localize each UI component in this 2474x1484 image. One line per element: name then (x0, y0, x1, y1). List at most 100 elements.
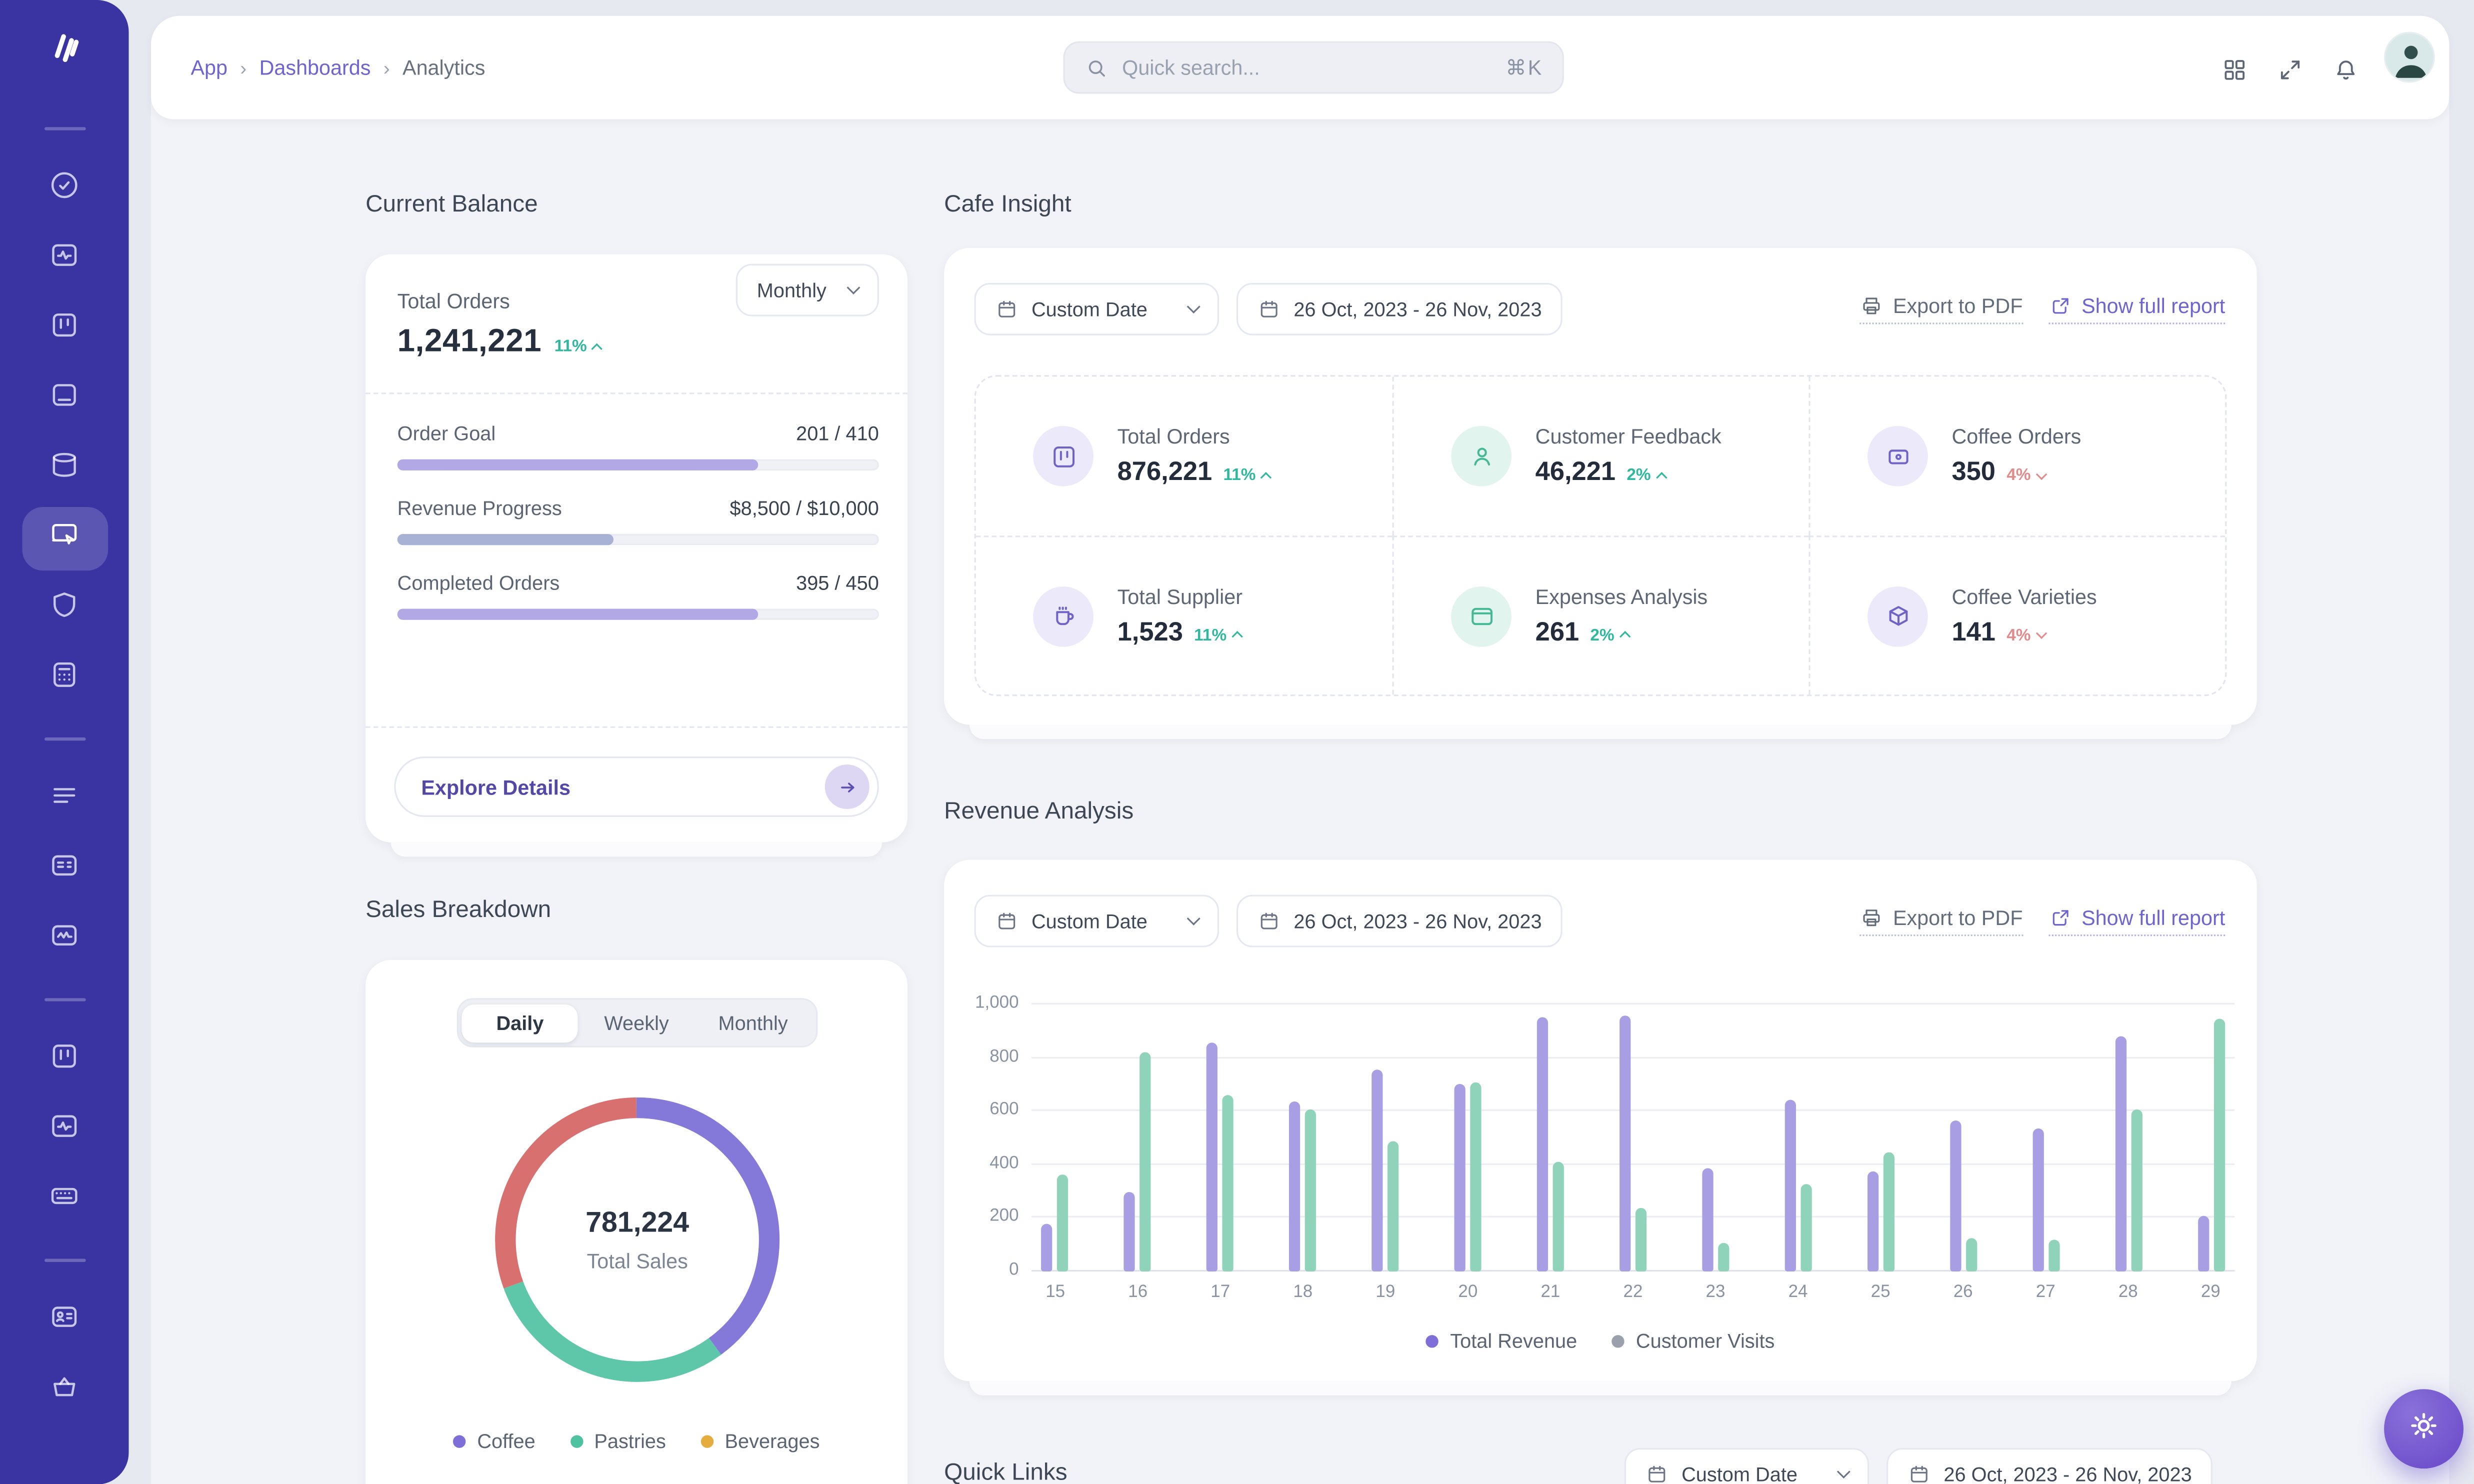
bar-customer-visits[interactable] (2214, 1019, 2225, 1272)
goal-row-order-goal: Order Goal201 / 410 (398, 423, 879, 470)
bar-group-17[interactable] (1206, 1004, 1234, 1272)
bar-total-revenue[interactable] (1950, 1120, 1961, 1272)
sidebar-item-shield[interactable] (22, 585, 108, 632)
bar-group-24[interactable] (1785, 1004, 1812, 1272)
x-tick-label: 29 (2196, 1282, 2225, 1302)
tab-daily[interactable]: Daily (462, 1004, 578, 1042)
cafe-date-preset-select[interactable]: Custom Date (974, 283, 1219, 336)
breadcrumb-app[interactable]: App (190, 56, 228, 80)
bar-total-revenue[interactable] (1372, 1070, 1382, 1272)
quick-links-controls: Custom Date 26 Oct, 2023 - 26 Nov, 2023 (1624, 1448, 2212, 1484)
revenue-date-range-button[interactable]: 26 Oct, 2023 - 26 Nov, 2023 (1236, 895, 1562, 948)
bar-total-revenue[interactable] (2198, 1216, 2209, 1272)
x-tick-label: 18 (1288, 1282, 1317, 1302)
bar-customer-visits[interactable] (1305, 1108, 1316, 1272)
explore-details-button[interactable]: Explore Details (394, 756, 879, 817)
legend-item-customer-visits: Customer Visits (1612, 1330, 1774, 1353)
export-pdf-link[interactable]: Export to PDF (1860, 294, 2022, 324)
bar-customer-visits[interactable] (1884, 1152, 1894, 1272)
sidebar-item-card-list[interactable] (22, 846, 108, 893)
sidebar-item-kanban[interactable] (22, 1036, 108, 1084)
x-tick-label: 23 (1701, 1282, 1730, 1302)
bar-customer-visits[interactable] (1966, 1238, 1977, 1272)
sidebar-item-basket[interactable] (22, 1367, 108, 1414)
bar-total-revenue[interactable] (1702, 1168, 1713, 1272)
bar-group-21[interactable] (1537, 1004, 1564, 1272)
bar-total-revenue[interactable] (1620, 1015, 1630, 1272)
sidebar-item-id-card[interactable] (22, 1297, 108, 1344)
brand-logo-icon[interactable] (40, 22, 88, 70)
bar-group-18[interactable] (1289, 1004, 1316, 1272)
bar-customer-visits[interactable] (2132, 1108, 2142, 1272)
user-avatar[interactable] (2384, 32, 2435, 83)
bar-total-revenue[interactable] (2033, 1128, 2044, 1272)
bar-customer-visits[interactable] (1553, 1162, 1564, 1272)
chevron-up-icon (1232, 631, 1242, 642)
bar-customer-visits[interactable] (1140, 1052, 1150, 1272)
period-select[interactable]: Monthly (736, 264, 878, 316)
bar-total-revenue[interactable] (1041, 1224, 1052, 1272)
show-full-report-link[interactable]: Show full report (2048, 906, 2225, 936)
revenue-date-preset-select[interactable]: Custom Date (974, 895, 1219, 948)
bar-total-revenue[interactable] (1124, 1192, 1134, 1272)
cafe-date-range-button[interactable]: 26 Oct, 2023 - 26 Nov, 2023 (1236, 283, 1562, 336)
bar-group-27[interactable] (2033, 1004, 2060, 1272)
tab-weekly[interactable]: Weekly (578, 1004, 695, 1042)
settings-fab-button[interactable] (2384, 1389, 2464, 1468)
sidebar-item-keyboard[interactable] (22, 1176, 108, 1224)
bar-group-15[interactable] (1041, 1004, 1068, 1272)
export-pdf-link[interactable]: Export to PDF (1860, 906, 2022, 936)
card-icon (1868, 426, 1928, 486)
bar-group-29[interactable] (2198, 1004, 2225, 1272)
sidebar-item-monitor[interactable] (22, 507, 108, 570)
sidebar-item-kanban[interactable] (22, 305, 108, 352)
fullscreen-icon[interactable] (2276, 56, 2304, 84)
bar-total-revenue[interactable] (1289, 1102, 1300, 1272)
bar-total-revenue[interactable] (1206, 1043, 1218, 1272)
tab-monthly[interactable]: Monthly (695, 1004, 812, 1042)
bar-total-revenue[interactable] (1868, 1172, 1878, 1272)
bar-group-26[interactable] (1950, 1004, 1977, 1272)
divider (366, 726, 908, 728)
breadcrumb-dashboards[interactable]: Dashboards (260, 56, 371, 80)
bar-customer-visits[interactable] (1636, 1208, 1646, 1272)
bar-customer-visits[interactable] (2048, 1240, 2060, 1272)
bar-group-23[interactable] (1702, 1004, 1729, 1272)
bar-group-25[interactable] (1868, 1004, 1894, 1272)
date-range-value: 26 Oct, 2023 - 26 Nov, 2023 (1294, 910, 1542, 932)
bar-total-revenue[interactable] (1454, 1083, 1466, 1271)
sidebar-item-activity[interactable] (22, 235, 108, 282)
sidebar-item-notebook[interactable] (22, 375, 108, 422)
bar-group-19[interactable] (1372, 1004, 1398, 1272)
bar-group-16[interactable] (1124, 1004, 1150, 1272)
search-input[interactable]: Quick search... ⌘K (1064, 42, 1564, 94)
bar-customer-visits[interactable] (1800, 1184, 1812, 1272)
bar-total-revenue[interactable] (2116, 1036, 2126, 1272)
sidebar-item-card-wave[interactable] (22, 916, 108, 963)
sidebar-item-list[interactable] (22, 776, 108, 823)
sidebar-item-calculator[interactable] (22, 655, 108, 702)
bar-customer-visits[interactable] (1718, 1242, 1729, 1272)
quicklinks-date-range-button[interactable]: 26 Oct, 2023 - 26 Nov, 2023 (1886, 1448, 2212, 1484)
bar-group-28[interactable] (2116, 1004, 2142, 1272)
stat-value: 46,221 (1536, 458, 1616, 488)
show-full-report-link[interactable]: Show full report (2048, 294, 2225, 324)
sidebar-item-activity[interactable] (22, 1106, 108, 1154)
quicklinks-date-preset-select[interactable]: Custom Date (1624, 1448, 1869, 1484)
apps-grid-icon[interactable] (2220, 56, 2249, 84)
sidebar-item-gauge[interactable] (22, 166, 108, 213)
bar-group-20[interactable] (1454, 1004, 1482, 1272)
bar-total-revenue[interactable] (1785, 1100, 1796, 1272)
bar-customer-visits[interactable] (1470, 1082, 1481, 1272)
bar-group-22[interactable] (1620, 1004, 1646, 1272)
goal-value: $8,500 / $10,000 (730, 498, 879, 520)
sidebar-item-database[interactable] (22, 445, 108, 492)
x-tick-label: 19 (1371, 1282, 1400, 1302)
bar-customer-visits[interactable] (1388, 1140, 1398, 1272)
bar-customer-visits[interactable] (1057, 1174, 1068, 1272)
bell-icon[interactable] (2332, 56, 2360, 84)
bar-customer-visits[interactable] (1222, 1096, 1233, 1272)
bar-total-revenue[interactable] (1537, 1018, 1548, 1272)
sidebar-divider (44, 1259, 85, 1262)
search-shortcut: ⌘K (1506, 55, 1543, 80)
